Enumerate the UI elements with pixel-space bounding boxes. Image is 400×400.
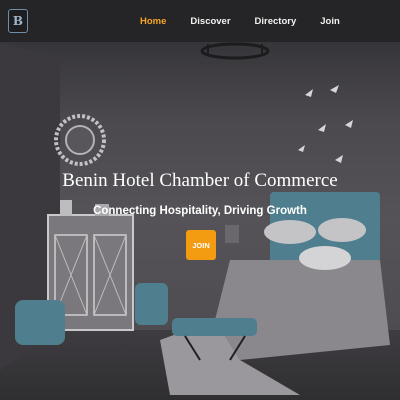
top-navigation-bar: B Home Discover Directory Join	[0, 0, 400, 42]
hero-background	[0, 0, 400, 400]
nav-join-link[interactable]: Join	[308, 16, 352, 27]
nav-discover-link[interactable]: Discover	[178, 16, 242, 27]
chandelier-decor	[200, 42, 270, 60]
logo-letter: B	[12, 14, 24, 28]
main-nav: Home Discover Directory Join	[128, 0, 352, 42]
join-button[interactable]: JOIN	[186, 230, 216, 260]
bedroom-illustration	[0, 42, 390, 395]
hero-title: Benin Hotel Chamber of Commerce	[62, 170, 338, 191]
hero-subtitle: Connecting Hospitality, Driving Growth	[93, 205, 307, 217]
ornate-mirror	[54, 114, 106, 166]
chamber-logo-icon[interactable]: B	[8, 9, 28, 33]
nav-directory-link[interactable]: Directory	[243, 16, 309, 27]
nav-home-link[interactable]: Home	[128, 16, 178, 27]
birds-decor	[298, 85, 353, 163]
